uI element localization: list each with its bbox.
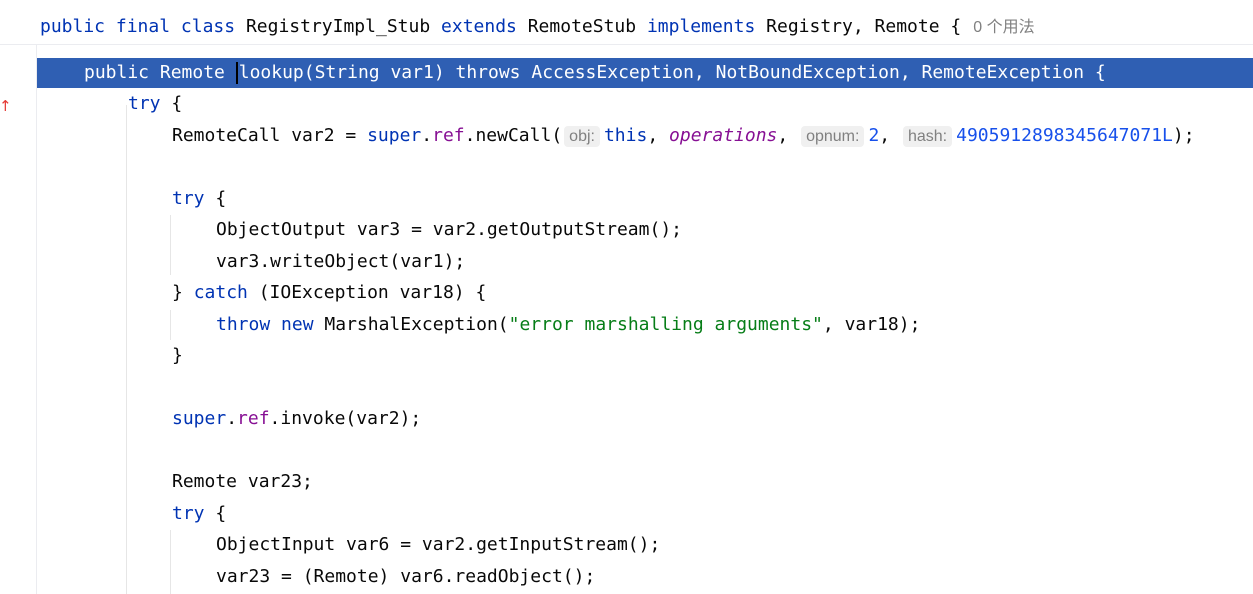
code-text: .invoke(var2); <box>269 408 422 429</box>
code-text: ObjectInput var6 = var2.getInputStream()… <box>216 534 661 555</box>
param-hint-hash: hash: <box>902 126 953 147</box>
keyword-final: final <box>115 16 171 37</box>
method-name[interactable]: lookup(String var1) <box>239 62 445 83</box>
code-text: } <box>172 282 194 303</box>
keyword-try: try <box>128 93 161 114</box>
number-literal: 4905912898345647071L <box>956 125 1173 146</box>
code-text: (IOException var18) { <box>247 282 487 303</box>
code-text: . <box>226 408 238 429</box>
keyword-throw: throw <box>216 314 271 335</box>
code-text: , var18); <box>822 314 921 335</box>
keyword-public: public <box>84 62 150 83</box>
code-text: var23 = (Remote) var6.readObject(); <box>216 566 596 587</box>
code-line[interactable]: var23 = (Remote) var6.readObject(); <box>37 562 1253 592</box>
interfaces-list[interactable]: Registry, Remote { <box>766 16 961 37</box>
code-text: . <box>421 125 433 146</box>
keyword-super: super <box>172 408 227 429</box>
code-line[interactable]: throw new MarshalException("error marsha… <box>37 310 1253 340</box>
code-text: , <box>777 125 800 146</box>
code-text: { <box>160 93 183 114</box>
implementation-arrow-icon[interactable]: ↑ <box>0 97 12 115</box>
code-line[interactable]: } catch (IOException var18) { <box>37 278 1253 308</box>
string-literal: "error marshalling arguments" <box>508 314 823 335</box>
code-text: , <box>879 125 901 146</box>
code-text: RemoteCall var2 = <box>172 125 368 146</box>
code-line[interactable]: try { <box>37 499 1253 529</box>
code-editor[interactable]: public Remote lookup(String var1) throws… <box>36 45 1253 594</box>
keyword-try: try <box>172 188 205 209</box>
keyword-implements: implements <box>646 16 756 37</box>
keyword-catch: catch <box>193 282 248 303</box>
code-text: } <box>172 345 183 366</box>
code-text: .newCall( <box>464 125 563 146</box>
text-caret <box>235 62 238 84</box>
keyword-throws: throws <box>455 62 521 83</box>
param-hint-opnum: opnum: <box>801 126 865 147</box>
keyword-this: this <box>603 125 648 146</box>
code-text: { <box>204 503 227 524</box>
field-ref: ref <box>432 125 465 146</box>
code-line-method-signature[interactable]: public Remote lookup(String var1) throws… <box>37 58 1253 88</box>
editor-gutter[interactable]: ↑ <box>0 45 36 594</box>
code-line[interactable]: var3.writeObject(var1); <box>37 247 1253 277</box>
code-line[interactable]: ObjectOutput var3 = var2.getOutputStream… <box>37 215 1253 245</box>
code-line[interactable]: try { <box>37 184 1253 214</box>
code-line[interactable]: super.ref.invoke(var2); <box>37 404 1253 434</box>
superclass-name[interactable]: RemoteStub <box>528 16 636 37</box>
keyword-try: try <box>172 503 205 524</box>
field-ref: ref <box>237 408 270 429</box>
exceptions-list: AccessException, NotBoundException, Remo… <box>531 62 1106 83</box>
static-field-operations: operations <box>669 125 778 146</box>
code-text: Remote var23; <box>172 471 313 492</box>
code-line[interactable]: RemoteCall var2 = super.ref.newCall(obj:… <box>37 121 1253 151</box>
code-line[interactable]: } <box>37 341 1253 371</box>
keyword-new: new <box>281 314 314 335</box>
keyword-super: super <box>367 125 422 146</box>
class-name[interactable]: RegistryImpl_Stub <box>246 16 430 37</box>
code-text: var3.writeObject(var1); <box>216 251 466 272</box>
code-line[interactable]: Remote var23; <box>37 467 1253 497</box>
code-line[interactable]: ObjectInput var6 = var2.getInputStream()… <box>37 530 1253 560</box>
usage-count-hint[interactable]: 0 个用法 <box>973 19 1034 36</box>
code-text: MarshalException( <box>324 314 509 335</box>
class-declaration-line[interactable]: public final class RegistryImpl_Stub ext… <box>0 11 1253 43</box>
code-text: ObjectOutput var3 = var2.getOutputStream… <box>216 219 682 240</box>
code-text: { <box>204 188 227 209</box>
code-text: ); <box>1172 125 1195 146</box>
code-text: , <box>647 125 670 146</box>
param-hint-obj: obj: <box>564 126 600 147</box>
return-type: Remote <box>159 62 225 83</box>
keyword-public: public <box>40 16 106 37</box>
keyword-extends: extends <box>441 16 517 37</box>
code-line[interactable]: try { <box>37 89 1253 119</box>
keyword-class: class <box>180 16 236 37</box>
number-literal: 2 <box>868 125 880 146</box>
